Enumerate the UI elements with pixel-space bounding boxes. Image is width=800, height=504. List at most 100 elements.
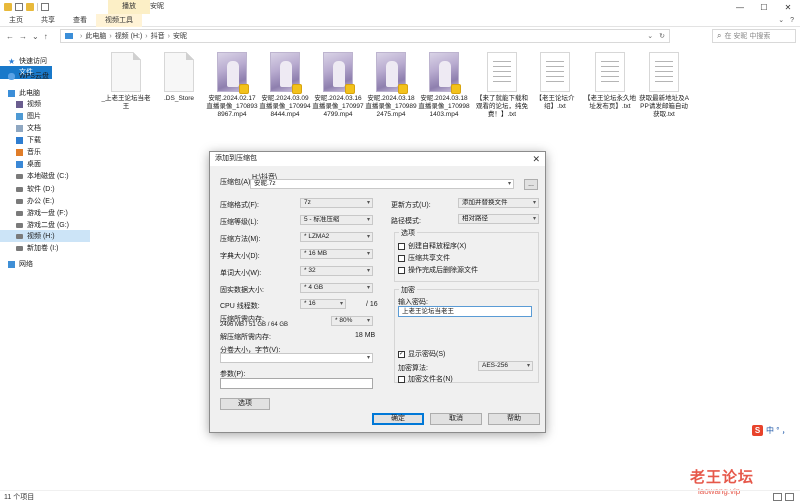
nav-item-quick-access[interactable]: ★ 快速访问 <box>0 55 90 67</box>
back-icon[interactable]: ← <box>6 32 14 41</box>
new-folder-icon[interactable] <box>26 3 34 11</box>
file-item[interactable]: 获取最新地址及APP请发邮箱自动获取.txt <box>638 52 690 119</box>
nav-label: 图片 <box>27 113 41 120</box>
file-item[interactable]: 安昵.2024.03.09直播录像_1709948444.mp4 <box>259 52 311 119</box>
minimize-button[interactable]: — <box>728 0 752 14</box>
nav-item-downloads[interactable]: 下载 <box>0 134 90 146</box>
tab-view[interactable]: 查看 <box>64 14 96 27</box>
refresh-icon[interactable]: ↻ <box>659 32 665 40</box>
browse-button[interactable]: ... <box>524 179 538 190</box>
file-item[interactable]: 安昵.2024.02.17直播录像_1708938967.mp4 <box>206 52 258 119</box>
path-mode-label: 路径模式: <box>391 218 421 225</box>
encrypt-names-checkbox[interactable]: 加密文件名(N) <box>398 374 453 384</box>
file-item[interactable]: 安昵.2024.03.16直播录像_1709974799.mp4 <box>312 52 364 119</box>
show-password-checkbox[interactable]: ✓ 显示密码(S) <box>398 349 445 359</box>
checkbox-label: 加密文件名(N) <box>408 376 453 383</box>
expand-ribbon-icon[interactable]: ⌄ <box>778 16 784 24</box>
encryption-method-select[interactable]: AES-256 <box>478 361 533 371</box>
tab-share[interactable]: 共享 <box>32 14 64 27</box>
recent-icon[interactable]: ⌄ <box>32 32 39 41</box>
file-item[interactable]: 【来了就能下载和观看的论坛，纯免费！】.txt <box>476 52 528 119</box>
nav-label: 此电脑 <box>19 90 40 97</box>
split-volume-select[interactable] <box>220 353 373 363</box>
dialog-close-button[interactable]: ✕ <box>532 152 540 166</box>
tab-video-tools[interactable]: 视频工具 <box>96 14 142 27</box>
chevron-down-icon[interactable]: ⌄ <box>647 32 653 40</box>
nav-item-pictures[interactable]: 图片 <box>0 110 90 122</box>
nav-item-drive-f[interactable]: 游戏一盘 (F:) <box>0 207 90 219</box>
method-select[interactable]: * LZMA2 <box>300 232 373 242</box>
file-name: 安昵.2024.03.16直播录像_1709974799.mp4 <box>312 95 364 118</box>
close-button[interactable]: ✕ <box>776 0 800 14</box>
nav-item-videos[interactable]: 视频 <box>0 98 90 110</box>
customize-toolbar-icon[interactable] <box>41 3 49 11</box>
maximize-button[interactable]: ☐ <box>752 0 776 14</box>
player-badge-icon <box>292 84 302 94</box>
nav-item-drive-h[interactable]: 视频 (H:) <box>0 230 90 242</box>
memory-detail: 2496 MB / 51 GB / 64 GB <box>220 322 289 328</box>
word-size-select[interactable]: * 32 <box>300 266 373 276</box>
nav-item-drive-i[interactable]: 新加卷 (I:) <box>0 242 90 254</box>
text-file-icon <box>487 52 517 92</box>
dictionary-select[interactable]: * 16 MB <box>300 249 373 259</box>
large-icons-view-icon[interactable] <box>785 493 794 501</box>
password-input[interactable]: 上老王论坛当老王 <box>398 306 532 317</box>
tab-home[interactable]: 主页 <box>0 14 32 27</box>
nav-label: 桌面 <box>27 161 41 168</box>
search-input[interactable]: ⌕ 在 安昵 中搜索 <box>712 29 796 43</box>
breadcrumb-folder[interactable]: 抖音 <box>151 31 165 41</box>
word-size-label: 单词大小(W): <box>220 270 262 277</box>
nav-item-documents[interactable]: 文档 <box>0 122 90 134</box>
properties-icon[interactable] <box>15 3 23 11</box>
shared-files-checkbox[interactable]: 压缩共享文件 <box>398 253 450 263</box>
up-icon[interactable]: ↑ <box>44 32 48 41</box>
cpu-threads-total: / 16 <box>366 301 378 308</box>
delete-after-checkbox[interactable]: 操作完成后删除源文件 <box>398 265 478 275</box>
file-item[interactable]: 【老王论坛介绍】.txt <box>529 52 581 111</box>
navigation-bar: ← → ⌄ ↑ › 此电脑 › 视频 (H:) › 抖音 › 安昵 ⌄ ↻ ⌕ … <box>0 28 800 44</box>
format-select[interactable]: 7z <box>300 198 373 208</box>
nav-label: 新加卷 (I:) <box>27 245 59 252</box>
search-icon: ⌕ <box>717 31 722 40</box>
breadcrumb-pc[interactable]: 此电脑 <box>85 31 106 41</box>
ok-button[interactable]: 确定 <box>372 413 424 425</box>
nav-item-music[interactable]: 音乐 <box>0 146 90 158</box>
nav-item-drive-c[interactable]: 本地磁盘 (C:) <box>0 170 90 182</box>
search-placeholder: 在 安昵 中搜索 <box>724 33 771 40</box>
file-item[interactable]: 安昵.2024.03.18直播录像_1709892475.mp4 <box>365 52 417 119</box>
update-mode-select[interactable]: 添加并替换文件 <box>458 198 539 208</box>
cancel-button[interactable]: 取消 <box>430 413 482 425</box>
file-item[interactable]: 安昵.2024.03.18直播录像_1709981403.mp4 <box>418 52 470 119</box>
file-item[interactable]: _上老王论坛当老王 <box>100 52 152 111</box>
nav-item-drive-d[interactable]: 软件 (D:) <box>0 183 90 195</box>
nav-item-network[interactable]: 网络 <box>0 258 90 270</box>
level-select[interactable]: 5 - 标准压缩 <box>300 215 373 225</box>
sfx-checkbox[interactable]: 创建自释放程序(X) <box>398 241 466 251</box>
cpu-threads-select[interactable]: * 16 <box>300 299 346 309</box>
nav-item-wps-cloud[interactable]: WPS云盘 <box>0 70 90 82</box>
file-item[interactable]: .DS_Store <box>153 52 205 103</box>
options-button[interactable]: 选项 <box>220 398 270 410</box>
chevron-right-icon: › <box>109 32 112 40</box>
file-item[interactable]: 【老王论坛永久地址发布页】.txt <box>584 52 636 111</box>
parameters-input[interactable] <box>220 378 373 389</box>
file-name: 安昵.2024.03.18直播录像_1709981403.mp4 <box>418 95 470 118</box>
details-view-icon[interactable] <box>773 493 782 501</box>
nav-item-desktop[interactable]: 桌面 <box>0 158 90 170</box>
forward-icon[interactable]: → <box>19 32 27 41</box>
decompress-memory-label: 解压缩所需内存: <box>220 334 271 341</box>
breadcrumb-current[interactable]: 安昵 <box>173 31 187 41</box>
breadcrumb-drive[interactable]: 视频 (H:) <box>115 31 143 41</box>
chevron-right-icon: › <box>145 32 148 40</box>
path-mode-select[interactable]: 相对路径 <box>458 214 539 224</box>
nav-label: 软件 (D:) <box>27 186 55 193</box>
address-bar[interactable]: › 此电脑 › 视频 (H:) › 抖音 › 安昵 ⌄ ↻ <box>60 29 670 43</box>
help-icon[interactable]: ? <box>790 17 794 24</box>
solid-block-select[interactable]: * 4 GB <box>300 283 373 293</box>
archive-name-combo[interactable]: 安昵.7z <box>250 179 514 189</box>
memory-usage-select[interactable]: * 80% <box>331 316 373 326</box>
ime-indicator[interactable]: S 中 ° ， <box>752 424 798 436</box>
context-tab-play[interactable]: 播放 <box>108 0 150 14</box>
nav-item-drive-e[interactable]: 办公 (E:) <box>0 195 90 207</box>
help-button[interactable]: 帮助 <box>488 413 540 425</box>
